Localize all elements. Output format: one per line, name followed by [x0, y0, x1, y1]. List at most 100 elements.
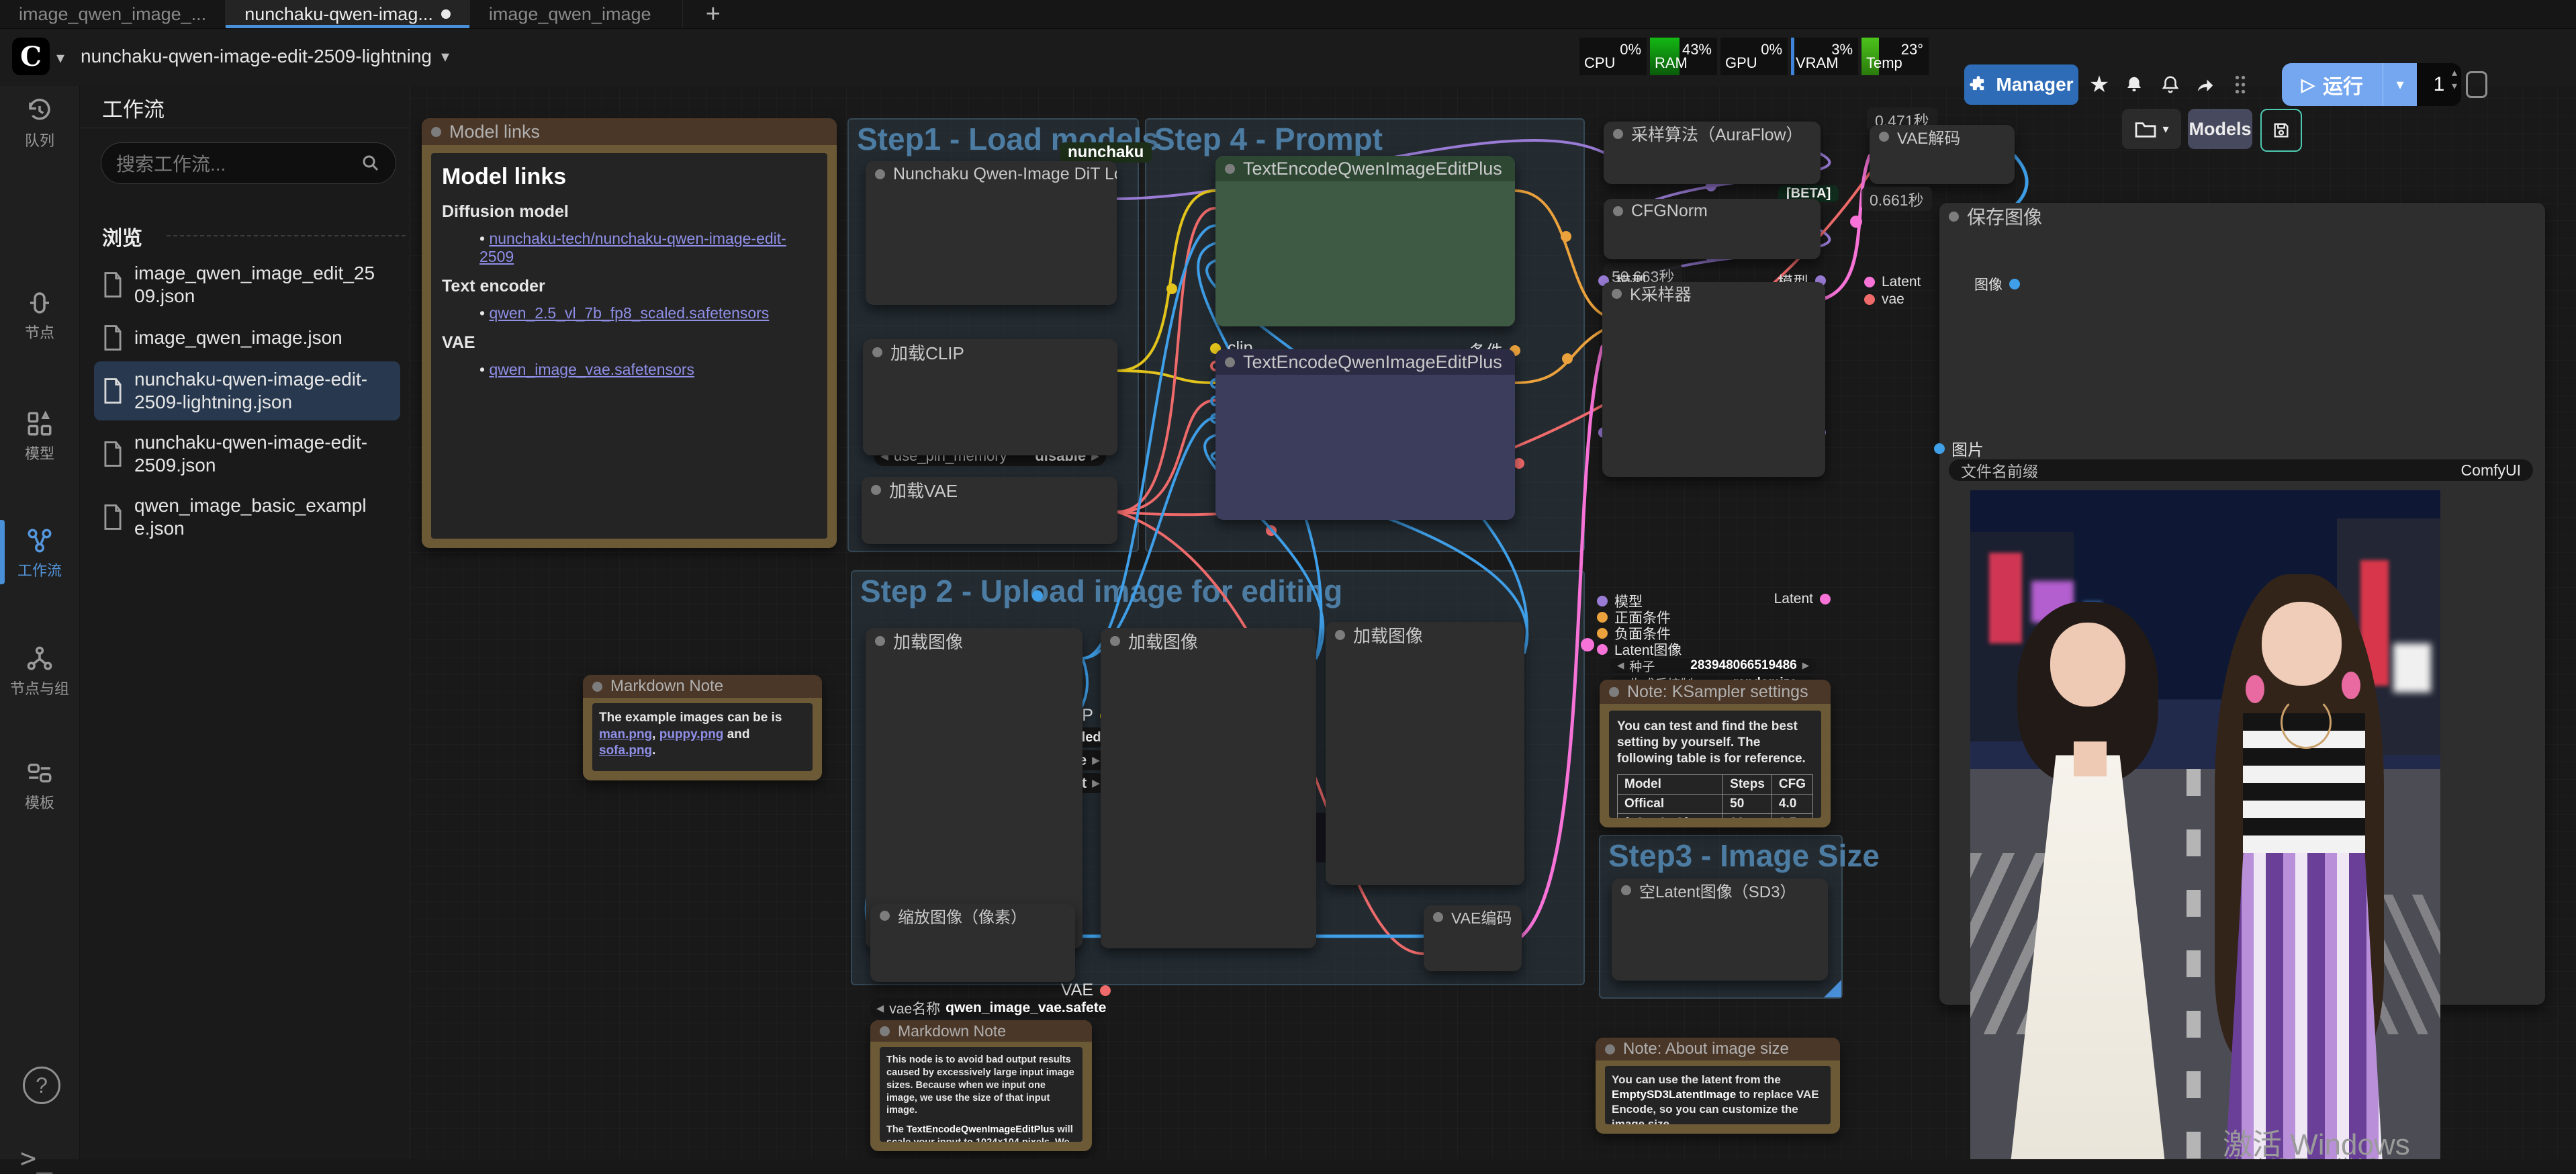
widget-cpu-offload[interactable]: ◀cpu_offloadenable▶	[874, 398, 1106, 418]
input-image3[interactable]: image3	[1210, 408, 1283, 428]
favorite-star-icon[interactable]: ★	[2082, 64, 2117, 105]
widget-num-blocks[interactable]: ◀num_blocks_on_gpu20▶	[874, 422, 1106, 442]
widget-clip-device[interactable]: ◀设备default▶	[871, 773, 1107, 793]
widget-shift[interactable]: ◀移位3.00▶	[1612, 288, 1812, 304]
output-model[interactable]: 模型	[1059, 352, 1110, 376]
node-text-encode-negative[interactable]: TextEncodeQwenImageEditPlus clip vae ima…	[1215, 349, 1515, 520]
node-load-image-1[interactable]: 加载图像 图像 遮罩 ◀8864d5a6gy1hygq1rt6g8j20sg16…	[866, 628, 1083, 948]
sidebar-item-queue[interactable]: 队列	[0, 97, 79, 150]
output-vae[interactable]: VAE	[1061, 981, 1111, 1000]
input-image1[interactable]: image1	[1210, 373, 1283, 393]
widget-clip-type[interactable]: ◀类型qwen_image▶	[871, 750, 1107, 770]
widget-filename-prefix[interactable]: 文件名前缀ComfyUI	[1949, 459, 2533, 481]
input-positive[interactable]: 正面条件	[1597, 607, 1671, 627]
input-negative[interactable]: 负面条件	[1597, 623, 1671, 643]
output-latent[interactable]: Latent	[1774, 591, 1831, 607]
save-workflow-button[interactable]	[2260, 109, 2302, 152]
run-options-chevron[interactable]: ▾	[2383, 63, 2417, 106]
input-image2[interactable]: image2	[1210, 778, 1283, 797]
output-conditioning[interactable]: 条件	[1469, 338, 1520, 363]
output-clip[interactable]: CLIP	[1056, 706, 1111, 725]
stop-icon[interactable]	[2459, 64, 2494, 105]
bell-mute-icon[interactable]	[2117, 64, 2152, 105]
collapse-dot-icon[interactable]	[431, 127, 441, 137]
sidebar-item-nodes-groups[interactable]: 节点与组	[0, 645, 79, 698]
group-step2[interactable]: Step 2 - Upload image for editing	[851, 570, 1585, 985]
note-about-image-size[interactable]: Note: About image size You can use the l…	[1596, 1038, 1840, 1134]
workflow-file-item-selected[interactable]: nunchaku-qwen-image-edit-2509-lightning.…	[94, 361, 400, 420]
widget-model-name[interactable]: ◀svdq-int4_r128-qwen-image-edit-2509-lig…	[874, 373, 1106, 394]
node-vae-decode[interactable]: VAE解码 Latent vae 图像	[1870, 125, 2015, 184]
widget-clip-name[interactable]: ◀C ...qwen_2.5_vl_7b_fp8_scaled.safetens…	[871, 727, 1107, 748]
node-image-scale[interactable]: 缩放图像（像素） 图像 图像 ◀缩放算法lanczos▶ ◀像素数量1.00▶	[870, 904, 1075, 982]
sidebar-item-nodes[interactable]: 节点	[0, 289, 79, 343]
workflow-folder-button[interactable]: ▾	[2122, 109, 2181, 149]
tab-image-qwen-image[interactable]: image_qwen_image	[470, 0, 683, 28]
node-load-image-2[interactable]: 加载图像 图像 遮罩 ◀a0bf2ad70188417cb8ba647c146▶…	[1101, 628, 1316, 948]
queue-count-stepper[interactable]: 1 ▴▾	[2417, 63, 2461, 106]
prompt-textarea-empty[interactable]: prompt	[1224, 813, 1507, 862]
widget-scheduler[interactable]: ◀调度器simple▶	[1610, 746, 1816, 760]
workflow-file-item[interactable]: qwen_image_basic_example.json	[94, 488, 400, 547]
sidebar-item-templates[interactable]: 模板	[0, 759, 79, 813]
input-image2[interactable]: image2	[1210, 391, 1283, 410]
node-save-image[interactable]: 保存图像 图片 文件名前缀ComfyUI	[1939, 203, 2545, 1005]
input-vae[interactable]: vae	[1210, 356, 1254, 375]
node-empty-latent[interactable]: 空Latent图像（SD3） Latent ◀宽度1024▶ ◀高度1024▶ …	[1612, 878, 1828, 981]
widget-vae-name[interactable]: ◀vae名称qwen_image_vae.safetensors▶	[870, 998, 1107, 1018]
widget-seed[interactable]: ◀种子283948066519486▶	[1610, 658, 1816, 673]
run-button[interactable]: ▷ 运行	[2282, 63, 2383, 106]
widget-steps[interactable]: ◀步数8▶	[1610, 693, 1816, 708]
diffusion-model-link[interactable]: nunchaku-tech/nunchaku-qwen-image-edit-2…	[479, 230, 786, 265]
workflow-name[interactable]: nunchaku-qwen-image-edit-2509-lightning …	[81, 46, 449, 67]
widget-pin-memory[interactable]: ◀use_pin_memorydisable▶	[874, 446, 1106, 466]
sofa-png-link[interactable]: sofa.png	[599, 743, 652, 758]
input-vae[interactable]: vae	[1210, 743, 1254, 762]
note-model-links[interactable]: Model links Model links Diffusion model …	[422, 118, 837, 548]
input-model[interactable]: model	[1598, 423, 1658, 441]
node-clip-loader[interactable]: 加载CLIP CLIP ◀C ...qwen_2.5_vl_7b_fp8_sca…	[863, 339, 1117, 455]
group-step1[interactable]: Step1 - Load models	[847, 118, 1139, 552]
vae-link[interactable]: qwen_image_vae.safetensors	[489, 361, 694, 378]
widget-control-after-generate[interactable]: ◀生成后控制randomize▶	[1610, 676, 1816, 690]
help-icon[interactable]: ?	[23, 1067, 60, 1104]
comfyui-logo[interactable]: C	[12, 38, 50, 75]
node-canvas[interactable]: Step1 - Load models Step 4 - Prompt Step…	[410, 28, 2576, 1159]
tab-image-qwen-image-edit[interactable]: image_qwen_image_...	[0, 0, 226, 28]
bell-alt-icon[interactable]	[2153, 64, 2188, 105]
input-latent[interactable]: Latent	[1864, 274, 1921, 290]
models-button[interactable]: Models	[2188, 109, 2252, 149]
node-load-image-3[interactable]: 加载图像 图像 遮罩 ◀图像redux.jpg▶ 选择文件上传 800 × 13…	[1326, 622, 1524, 885]
node-text-encode-positive[interactable]: TextEncodeQwenImageEditPlus clip vae ima…	[1215, 156, 1515, 326]
terminal-icon[interactable]: >_	[20, 1143, 52, 1174]
input-images[interactable]: 图片	[1934, 437, 1984, 460]
note-image-scale-info[interactable]: Markdown Note This node is to avoid bad …	[870, 1020, 1092, 1151]
node-vae-loader[interactable]: 加载VAE VAE ◀vae名称qwen_image_vae.safetenso…	[862, 477, 1117, 544]
node-model-sampling-auraflow[interactable]: 采样算法（AuraFlow） 模型 模型 ◀移位3.00▶	[1604, 122, 1821, 184]
input-vae[interactable]: vae	[1864, 291, 1904, 308]
group-step3[interactable]: Step3 - Image Size	[1599, 835, 1843, 999]
output-conditioning[interactable]: 条件	[1469, 725, 1520, 750]
input-clip[interactable]: clip	[1210, 338, 1253, 358]
output-image[interactable]: 图像	[1974, 274, 2020, 294]
group-step4[interactable]: Step 4 - Prompt	[1145, 118, 1585, 552]
sidebar-item-workflows[interactable]: 工作流	[0, 527, 79, 580]
share-icon[interactable]	[2188, 64, 2223, 105]
input-latent[interactable]: Latent图像	[1597, 639, 1682, 660]
group-resize-handle[interactable]	[1824, 980, 1841, 997]
tab-nunchaku-qwen-image-edit[interactable]: nunchaku-qwen-imag...	[226, 0, 470, 28]
prompt-textarea[interactable]: Have the girl in the first picture stand…	[1224, 426, 1507, 476]
drag-handle-icon[interactable]	[2228, 64, 2252, 105]
logo-chevron-icon[interactable]: ▾	[56, 48, 64, 68]
new-tab-button[interactable]: +	[683, 0, 743, 28]
widget-strength[interactable]: ◀strength1.00▶	[1612, 441, 1812, 457]
node-dit-loader[interactable]: Nunchaku Qwen-Image DiT Loader 模型 ◀svdq-…	[866, 161, 1117, 305]
search-workflows-input[interactable]: 搜索工作流...	[101, 142, 396, 184]
puppy-png-link[interactable]: puppy.png	[659, 727, 724, 741]
input-model[interactable]: 模型	[1597, 591, 1643, 611]
output-patched-model[interactable]: patched_model	[1703, 423, 1826, 441]
input-image1[interactable]: image1	[1210, 760, 1283, 780]
node-ksampler[interactable]: K采样器 模型 正面条件 负面条件 Latent图像 Latent ◀种子283…	[1602, 282, 1825, 477]
input-image3[interactable]: image3	[1210, 795, 1283, 815]
input-model[interactable]: 模型	[1598, 269, 1647, 292]
